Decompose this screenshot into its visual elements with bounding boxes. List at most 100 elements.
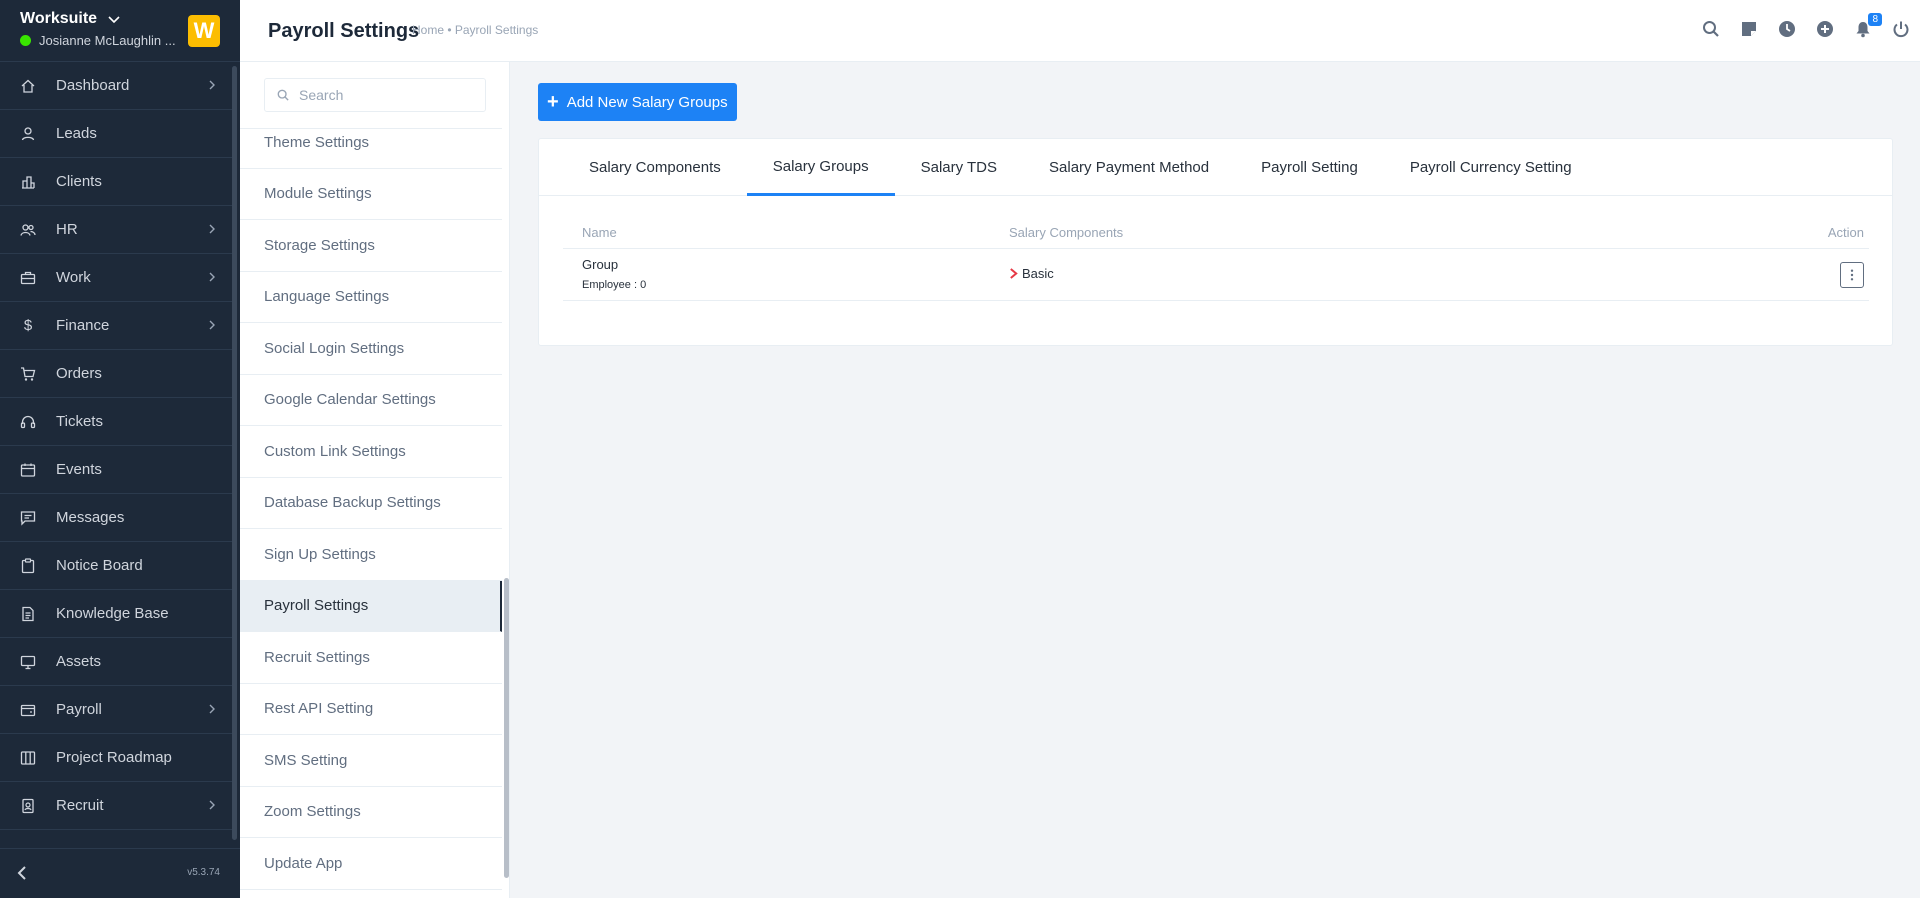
sidebar-item-tickets[interactable]: Tickets <box>0 398 232 446</box>
dollar-icon: $ <box>23 317 33 334</box>
sidebar-item-label: HR <box>56 221 78 238</box>
sidebar-item-label: Project Roadmap <box>56 749 172 766</box>
column-header-name: Name <box>582 225 617 240</box>
chat-icon <box>20 510 36 526</box>
document-icon <box>22 606 34 621</box>
tab-salary-groups[interactable]: Salary Groups <box>746 139 895 196</box>
add-salary-group-button[interactable]: + Add New Salary Groups <box>538 83 737 121</box>
sidebar-item-label: Clients <box>56 173 102 190</box>
sidebar-item-knowledge-base[interactable]: Knowledge Base <box>0 590 232 638</box>
breadcrumb[interactable]: Home • Payroll Settings <box>412 23 538 37</box>
tab-payroll-currency-setting[interactable]: Payroll Currency Setting <box>1384 139 1598 196</box>
sidebar-item-notice-board[interactable]: Notice Board <box>0 542 232 590</box>
settings-item-database-backup-settings[interactable]: Database Backup Settings <box>240 478 502 529</box>
sidebar-item-label: Tickets <box>56 413 103 430</box>
plus-icon: + <box>547 91 559 113</box>
chevron-right-icon <box>209 704 215 714</box>
headset-icon <box>20 415 36 428</box>
cart-icon <box>21 366 36 381</box>
tab-salary-payment-method[interactable]: Salary Payment Method <box>1023 139 1235 196</box>
collapse-sidebar-icon[interactable] <box>14 865 30 881</box>
chevron-right-icon <box>1010 268 1018 279</box>
settings-item-theme-settings[interactable]: Theme Settings <box>240 129 502 169</box>
main-sidebar: Worksuite Josianne McLaughlin ... W Dash… <box>0 0 240 898</box>
brand-name: Worksuite <box>20 10 98 27</box>
notification-bell-icon[interactable]: 8 <box>1854 13 1882 38</box>
chevron-right-icon <box>209 272 215 282</box>
company-logo[interactable]: W <box>188 15 220 47</box>
tab-payroll-setting[interactable]: Payroll Setting <box>1235 139 1384 196</box>
sidebar-item-payroll[interactable]: Payroll <box>0 686 232 734</box>
sidebar-item-label: Leads <box>56 125 97 142</box>
header-actions: 8 <box>1702 13 1910 38</box>
clipboard-icon <box>21 557 35 573</box>
sidebar-item-leads[interactable]: Leads <box>0 110 232 158</box>
column-header-action: Action <box>1827 225 1864 240</box>
tab-salary-components[interactable]: Salary Components <box>563 139 747 196</box>
workspace-switcher[interactable]: Worksuite <box>20 10 121 28</box>
settings-item-update-app[interactable]: Update App <box>240 838 502 890</box>
app-version: v5.3.74 <box>187 867 220 878</box>
chevron-right-icon <box>209 224 215 234</box>
settings-item-sms-setting[interactable]: SMS Setting <box>240 735 502 787</box>
sidebar-item-finance[interactable]: $ Finance <box>0 302 232 350</box>
sidebar-item-label: Payroll <box>56 701 102 718</box>
sidebar-item-hr[interactable]: HR <box>0 206 232 254</box>
top-header: Payroll Settings Home • Payroll Settings… <box>240 0 1920 62</box>
settings-item-payroll-settings[interactable]: Payroll Settings <box>240 580 502 632</box>
settings-item-zoom-settings[interactable]: Zoom Settings <box>240 787 502 838</box>
settings-item-google-calendar-settings[interactable]: Google Calendar Settings <box>240 375 502 426</box>
settings-sidebar: Theme SettingsModule SettingsStorage Set… <box>240 62 510 898</box>
current-user[interactable]: Josianne McLaughlin ... <box>20 33 176 48</box>
tab-salary-tds[interactable]: Salary TDS <box>895 139 1023 196</box>
table-row: Group Employee : 0 Basic <box>563 249 1869 301</box>
settings-search-box[interactable] <box>264 78 486 112</box>
settings-item-rest-api-setting[interactable]: Rest API Setting <box>240 684 502 735</box>
sidebar-item-dashboard[interactable]: Dashboard <box>0 62 232 110</box>
monitor-icon <box>20 655 36 669</box>
power-icon[interactable] <box>1892 20 1910 38</box>
plus-circle-icon[interactable] <box>1816 20 1834 38</box>
sidebar-item-label: Messages <box>56 509 125 526</box>
person-icon <box>21 126 35 140</box>
component-label: Basic <box>1022 266 1054 281</box>
search-icon[interactable] <box>1702 20 1720 38</box>
clock-icon[interactable] <box>1778 20 1796 38</box>
settings-list: Theme Settings Module Settings Storage Set… <box>240 128 502 898</box>
sidebar-scrollbar[interactable] <box>232 66 237 840</box>
sidebar-item-work[interactable]: Work <box>0 254 232 302</box>
sidebar-item-recruit[interactable]: Recruit <box>0 782 232 830</box>
chevron-right-icon <box>209 80 215 90</box>
column-header-components: Salary Components <box>1009 225 1124 240</box>
row-action-menu-button[interactable] <box>1840 262 1864 288</box>
sidebar-item-label: Work <box>56 269 91 286</box>
sidebar-item-events[interactable]: Events <box>0 446 232 494</box>
sidebar-item-assets[interactable]: Assets <box>0 638 232 686</box>
settings-scrollbar[interactable] <box>504 578 509 878</box>
settings-item-sign-up-settings[interactable]: Sign Up Settings <box>240 529 502 581</box>
payroll-tabs: Salary Components Salary Groups Salary TDS… <box>539 139 1892 196</box>
table-header: Name Salary Components Action <box>563 217 1869 249</box>
settings-item-custom-link-settings[interactable]: Custom Link Settings <box>240 426 502 478</box>
salary-groups-table: Name Salary Components Action Group Empl… <box>563 217 1869 301</box>
sidebar-item-clients[interactable]: Clients <box>0 158 232 206</box>
more-vertical-icon <box>1850 269 1854 281</box>
settings-item-social-login-settings[interactable]: Social Login Settings <box>240 323 502 375</box>
group-name: Group <box>582 257 619 272</box>
online-status-dot <box>20 35 31 46</box>
sidebar-item-label: Notice Board <box>56 557 143 574</box>
settings-item-storage-settings[interactable]: Storage Settings <box>240 220 502 272</box>
settings-item-recruit-settings[interactable]: Recruit Settings <box>240 632 502 684</box>
sticky-note-icon[interactable] <box>1740 20 1758 38</box>
settings-item-module-settings[interactable]: Module Settings <box>240 169 502 220</box>
chevron-right-icon <box>209 320 215 330</box>
sidebar-menu: Dashboard Leads Clients HR Work $ Finance Order… <box>0 62 232 848</box>
sidebar-item-messages[interactable]: Messages <box>0 494 232 542</box>
sidebar-item-project-roadmap[interactable]: Project Roadmap <box>0 734 232 782</box>
settings-search-input[interactable] <box>299 87 469 103</box>
settings-item-language-settings[interactable]: Language Settings <box>240 272 502 323</box>
group-component: Basic <box>1009 266 1054 281</box>
sidebar-item-orders[interactable]: Orders <box>0 350 232 398</box>
group-employee-count: Employee : 0 <box>582 279 647 291</box>
building-icon <box>22 175 35 189</box>
